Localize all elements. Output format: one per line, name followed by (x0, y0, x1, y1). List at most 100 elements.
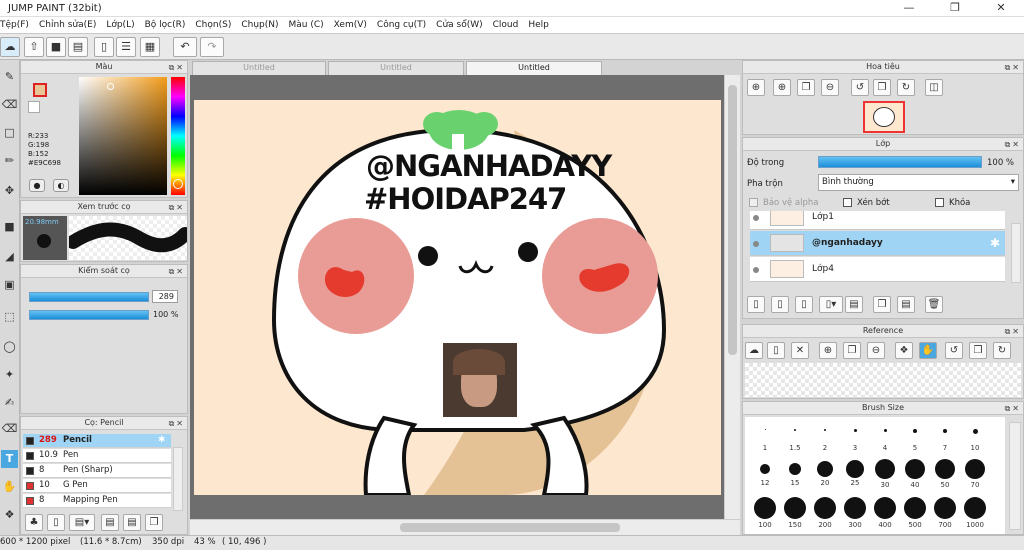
panel-float-close-icon[interactable]: ⧉✕ (169, 202, 185, 214)
brush-size-option[interactable]: 150 (781, 497, 809, 529)
grid-icon[interactable]: ▦ (140, 37, 160, 57)
gradient-tool-icon[interactable]: ▣ (1, 276, 18, 294)
export-icon[interactable]: ⇧ (24, 37, 44, 57)
panel-float-close-icon[interactable]: ⧉✕ (169, 418, 185, 430)
layer-opacity-slider[interactable] (818, 156, 982, 168)
brush-size-option[interactable]: 70 (961, 459, 989, 489)
rotate-left-icon[interactable]: ↺ (851, 79, 869, 96)
zoom-out-icon[interactable]: ⊖ (821, 79, 839, 96)
folder-icon[interactable]: ▤ (845, 296, 863, 313)
menu-help[interactable]: Help (523, 17, 554, 30)
vertical-scrollbar[interactable] (724, 75, 740, 519)
select-rect-icon[interactable]: ⬚ (1, 308, 18, 326)
rotate-left-icon[interactable]: ↺ (945, 342, 963, 359)
rotate-right-icon[interactable]: ↻ (897, 79, 915, 96)
menu-window[interactable]: Cửa sổ(W) (431, 17, 487, 30)
rotate-reset-icon[interactable]: ❒ (873, 79, 891, 96)
brush-item[interactable]: 289 Pencil ✱ (23, 434, 171, 448)
navigator-thumbnail[interactable] (863, 101, 905, 133)
minimize-icon[interactable]: — (886, 0, 932, 17)
close-reference-icon[interactable]: ✕ (791, 342, 809, 359)
text-frame-icon[interactable]: ▤ (68, 37, 88, 57)
sub-color-swatch[interactable] (28, 101, 40, 113)
eyedropper-tool-icon[interactable]: ❖ (1, 506, 18, 524)
brush-size-option[interactable]: 500 (901, 497, 929, 529)
new-layer-1bit-icon[interactable]: ▯ (795, 296, 813, 313)
brush-size-option[interactable]: 20 (811, 459, 839, 487)
color-picker-icon[interactable]: ◐ (53, 179, 69, 192)
embedded-photo[interactable] (443, 343, 517, 417)
brush-size-option[interactable]: 300 (841, 497, 869, 529)
duplicate-layer-icon[interactable]: ❐ (873, 296, 891, 313)
horizontal-scrollbar[interactable] (190, 519, 740, 535)
brush-size-option[interactable]: 30 (871, 459, 899, 489)
fit-window-icon[interactable]: ❐ (797, 79, 815, 96)
comment-icon[interactable]: ■ (46, 37, 66, 57)
text-tool-icon[interactable]: T (1, 450, 18, 468)
hue-cursor[interactable] (173, 179, 183, 189)
brush-size-option[interactable]: 5 (901, 429, 929, 452)
brush-size-option[interactable]: 1.5 (781, 429, 809, 452)
zoom-out-icon[interactable]: ⊖ (867, 342, 885, 359)
add-brush-icon[interactable]: ♣ (25, 514, 43, 531)
folder-icon[interactable]: ▤ (123, 514, 141, 531)
drawing-canvas[interactable]: @NGANHADAYY #HOIDAP247 (194, 100, 721, 495)
brush-item[interactable]: 8 Mapping Pen (23, 494, 171, 508)
panel-float-close-icon[interactable]: ⧉✕ (1005, 403, 1021, 415)
rotate-right-icon[interactable]: ↻ (993, 342, 1011, 359)
hand-icon[interactable]: ✋ (919, 342, 937, 359)
restore-icon[interactable]: ❐ (932, 0, 978, 17)
brush-item[interactable]: 8 Pen (Sharp) (23, 464, 171, 478)
select-pen-icon[interactable]: ✍ (1, 394, 18, 412)
brush-size-option[interactable]: 40 (901, 459, 929, 489)
eye-icon[interactable] (753, 241, 759, 247)
saturation-value-square[interactable] (79, 77, 167, 195)
new-layer-icon[interactable]: ▯ (747, 296, 765, 313)
brush-size-option[interactable]: 4 (871, 429, 899, 452)
layer-row[interactable]: Lớp1 (750, 211, 1005, 230)
gear-icon[interactable]: ✱ (158, 434, 165, 447)
hue-slider[interactable] (171, 77, 185, 195)
lasso-tool-icon[interactable]: ◯ (1, 338, 18, 356)
brush-size-option[interactable]: 700 (931, 497, 959, 529)
eye-icon[interactable] (753, 267, 759, 273)
brush-size-option[interactable]: 100 (751, 497, 779, 529)
menu-layer[interactable]: Lớp(L) (101, 17, 139, 30)
tab-untitled-3[interactable]: Untitled (466, 61, 602, 75)
brush-size-slider[interactable] (29, 292, 149, 302)
zoom-fit-icon[interactable]: ⊕ (747, 79, 765, 96)
tab-untitled-2[interactable]: Untitled (328, 61, 464, 75)
new-brush-icon[interactable]: ▯ (47, 514, 65, 531)
menu-filter[interactable]: Bộ lọc(R) (140, 17, 191, 30)
fill-rect-icon[interactable]: ■ (1, 218, 18, 236)
brush-item[interactable]: 10 G Pen (23, 479, 171, 493)
brush-settings-icon[interactable]: ▤ (101, 514, 119, 531)
magic-wand-icon[interactable]: ✦ (1, 366, 18, 384)
menu-color[interactable]: Màu (C) (284, 17, 329, 30)
clip-checkbox[interactable] (843, 198, 852, 207)
blend-mode-select[interactable]: Bình thường ▾ (818, 174, 1019, 191)
brush-size-option[interactable]: 15 (781, 459, 809, 487)
layer-row[interactable]: Lớp4 (750, 257, 1005, 282)
redo-icon[interactable]: ↷ (200, 37, 224, 57)
panel-float-close-icon[interactable]: ⧉✕ (1005, 326, 1021, 338)
add-layer-dropdown-icon[interactable]: ▯▾ (819, 296, 843, 313)
tab-untitled-1[interactable]: Untitled (192, 61, 326, 75)
brush-size-option[interactable]: 25 (841, 459, 869, 487)
layer-list-scrollbar[interactable] (1011, 223, 1021, 283)
palette-icon[interactable]: ● (29, 179, 45, 192)
menu-capture[interactable]: Chụp(N) (236, 17, 283, 30)
menu-cloud[interactable]: Cloud (488, 17, 524, 30)
new-layer-8bit-icon[interactable]: ▯ (771, 296, 789, 313)
close-icon[interactable]: ✕ (978, 0, 1024, 17)
merge-layer-icon[interactable]: ▤ (897, 296, 915, 313)
move-tool-icon[interactable]: ✥ (1, 182, 18, 200)
brush-size-option[interactable]: 400 (871, 497, 899, 529)
reference-image-area[interactable] (745, 363, 1021, 397)
eraser-tool-icon[interactable]: ⌫ (1, 96, 18, 114)
menu-file[interactable]: Tệp(F) (0, 17, 34, 30)
duplicate-icon[interactable]: ❐ (145, 514, 163, 531)
brush-item[interactable]: 10.9 Pen (23, 449, 171, 463)
brush-size-option[interactable]: 50 (931, 459, 959, 489)
brush-size-option[interactable]: 7 (931, 429, 959, 452)
